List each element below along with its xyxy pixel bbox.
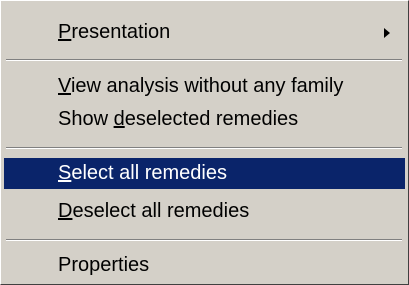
select-all-label: elect all remedies bbox=[71, 162, 227, 184]
show-deselected-prefix: Show bbox=[58, 108, 114, 130]
menu-item-deselect-all-remedies[interactable]: Deselect all remedies bbox=[1, 196, 400, 227]
presentation-accelerator: P bbox=[58, 21, 72, 43]
view-analysis-label: iew analysis without any family bbox=[70, 75, 344, 97]
menu-item-select-all-remedies[interactable]: Select all remedies bbox=[4, 158, 405, 189]
menu-item-view-analysis-without-family[interactable]: View analysis without any family bbox=[1, 71, 400, 102]
menu-item-presentation[interactable]: Presentation bbox=[1, 17, 400, 48]
menu-item-properties[interactable]: Properties bbox=[1, 250, 400, 281]
deselect-all-label: eselect all remedies bbox=[72, 200, 250, 222]
context-menu: Presentation View analysis without any f… bbox=[0, 0, 409, 285]
deselect-all-accelerator: D bbox=[58, 200, 73, 222]
view-analysis-accelerator: V bbox=[58, 75, 71, 97]
submenu-arrow-icon bbox=[384, 17, 390, 48]
show-deselected-label: eselected remedies bbox=[124, 108, 299, 130]
menu-separator bbox=[6, 59, 402, 61]
select-all-accelerator: S bbox=[58, 162, 72, 184]
presentation-label: resentation bbox=[71, 21, 171, 43]
menu-item-show-deselected-remedies[interactable]: Show deselected remedies bbox=[1, 104, 400, 135]
show-deselected-accelerator: d bbox=[113, 108, 125, 130]
properties-label: Properties bbox=[58, 254, 150, 276]
menu-separator bbox=[6, 147, 402, 149]
menu-separator bbox=[6, 239, 402, 241]
